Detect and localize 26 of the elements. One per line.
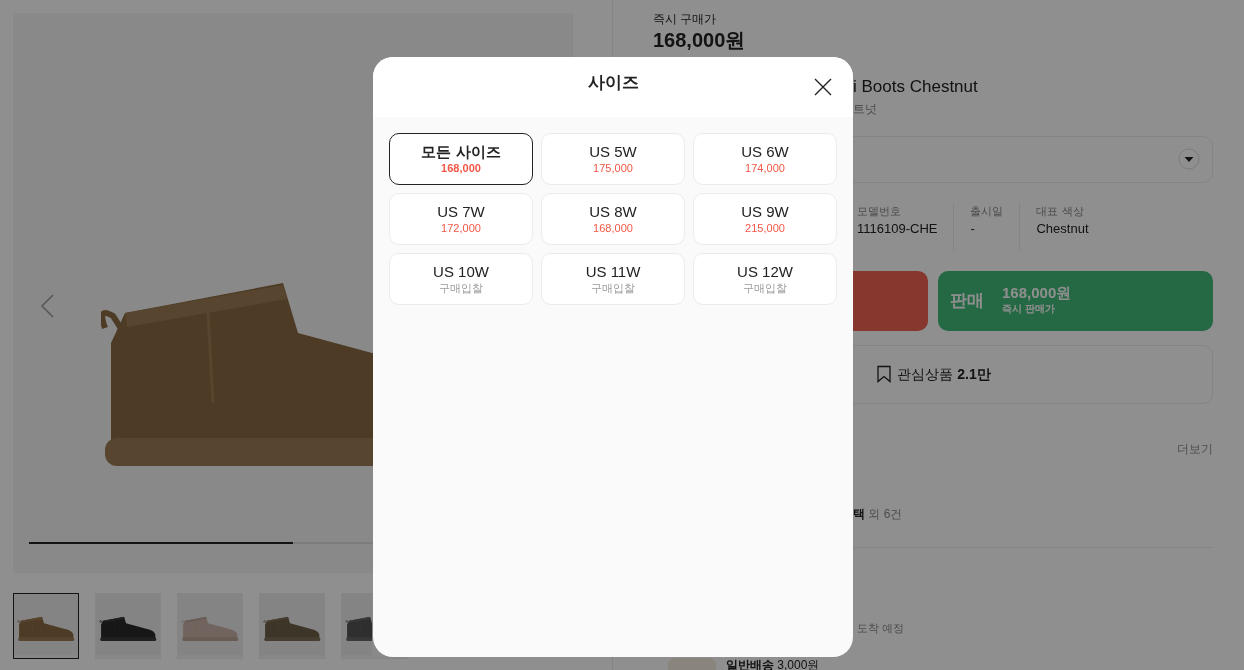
size-option[interactable]: US 10W 구매입찰	[389, 253, 533, 305]
arrival-text: 도착 예정	[857, 620, 906, 636]
product-title: i Boots Chestnut	[853, 76, 979, 98]
size-option[interactable]: US 11W 구매입찰	[541, 253, 685, 305]
size-option[interactable]: US 9W 215,000	[693, 193, 837, 245]
detail-label: 출시일	[970, 203, 1004, 219]
price-label: 즉시 구매가	[653, 11, 718, 28]
price: 168,000원	[653, 28, 747, 52]
dialog-title: 사이즈	[587, 72, 639, 95]
thumbnail[interactable]	[13, 593, 79, 659]
detail-label: 모델번호	[857, 203, 902, 219]
detail-value: 1116109-CHE	[857, 220, 938, 238]
size-option[interactable]: US 8W 168,000	[541, 193, 685, 245]
size-option[interactable]: US 6W 174,000	[693, 133, 837, 185]
size-option[interactable]: US 5W 175,000	[541, 133, 685, 185]
close-button[interactable]	[813, 77, 833, 97]
dropdown-icon	[1178, 148, 1200, 170]
size-option[interactable]: US 12W 구매입찰	[693, 253, 837, 305]
size-option[interactable]: 모든 사이즈 168,000	[389, 133, 533, 185]
bookmark-icon	[875, 365, 894, 383]
detail-label: 대표 색상	[1036, 203, 1085, 219]
detail-value: -	[970, 220, 976, 238]
benefits-text: 택 외 6건	[853, 505, 904, 523]
size-option[interactable]: US 7W 172,000	[389, 193, 533, 245]
detail-value: Chestnut	[1036, 220, 1089, 238]
product-subtitle: 트넛	[853, 100, 878, 118]
